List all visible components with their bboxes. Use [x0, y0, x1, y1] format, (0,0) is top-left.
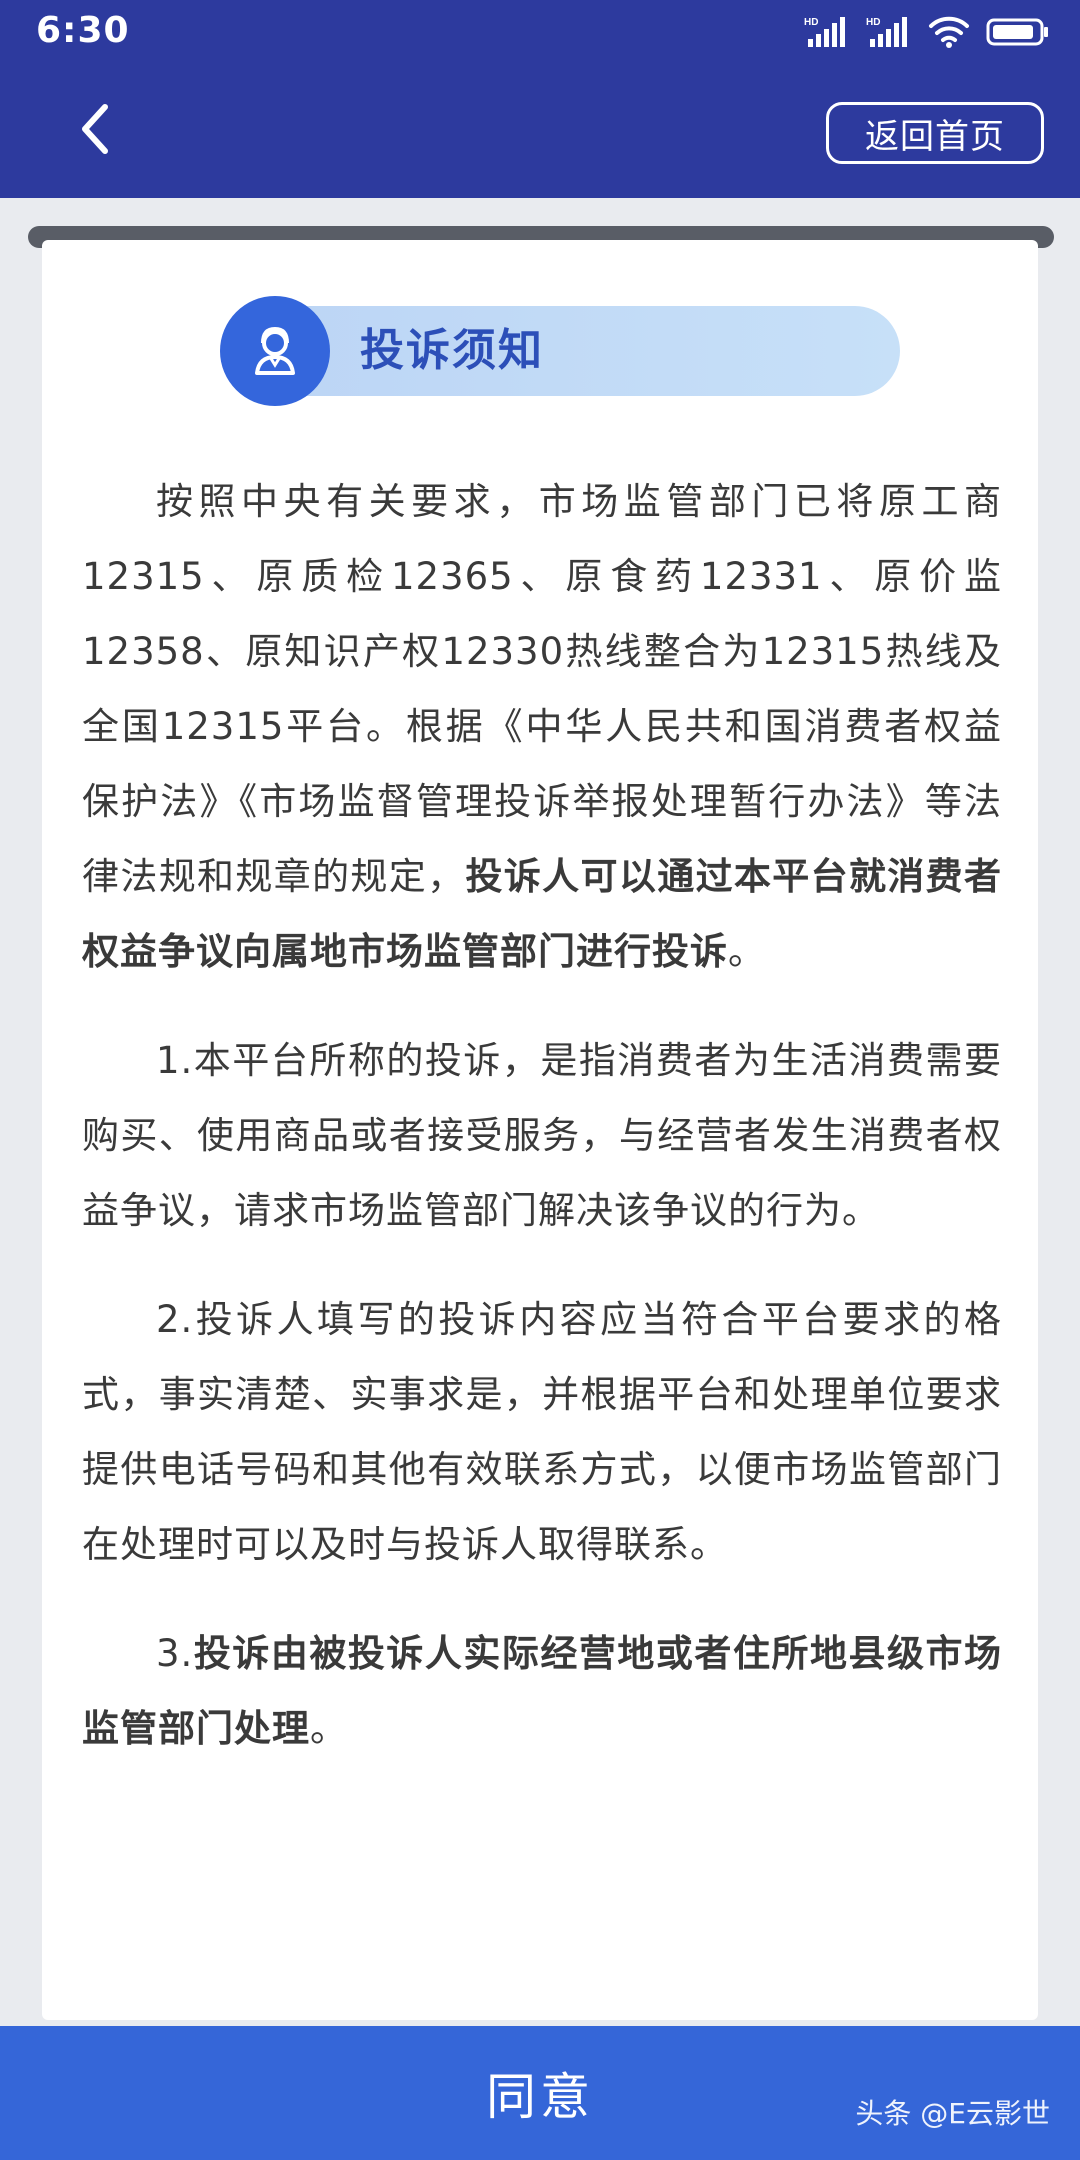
notice-content: 按照中央有关要求，市场监管部门已将原工商12315、原质检12365、原食药12…	[82, 464, 1002, 1800]
paragraph-1: 按照中央有关要求，市场监管部门已将原工商12315、原质检12365、原食药12…	[82, 464, 1002, 989]
battery-icon	[986, 18, 1048, 46]
notice-title-banner: 投诉须知	[220, 296, 902, 406]
agree-button-label: 同意	[486, 2068, 594, 2126]
back-button[interactable]	[60, 94, 130, 164]
status-icons: HD HD	[804, 14, 1050, 50]
paragraph-4-end: 。	[310, 1707, 348, 1750]
paragraph-4-prefix: 3.	[156, 1632, 194, 1675]
watermark: 头条 @E云影世	[855, 2097, 1050, 2130]
notice-title-pill	[260, 306, 900, 396]
paragraph-2: 1.本平台所称的投诉，是指消费者为生活消费需要购买、使用商品或者接受服务，与经营…	[82, 1039, 1002, 1232]
user-service-icon	[220, 296, 330, 406]
notice-card: 投诉须知 按照中央有关要求，市场监管部门已将原工商12315、原质检12365、…	[42, 240, 1038, 2020]
wifi-icon	[929, 16, 969, 48]
app-header: 返回首页	[0, 64, 1080, 198]
status-bar: 6:30 HD HD	[0, 0, 1080, 64]
signal-icon: HD	[866, 17, 907, 47]
paragraph-4-bold: 投诉由被投诉人实际经营地或者住所地县级市场监管部门处理	[82, 1632, 1002, 1750]
signal-icon: HD	[804, 17, 845, 47]
paragraph-1-text: 按照中央有关要求，市场监管部门已将原工商12315、原质检12365、原食药12…	[82, 480, 1002, 898]
paragraph-3: 2.投诉人填写的投诉内容应当符合平台要求的格式，事实清楚、实事求是，并根据平台和…	[82, 1298, 1002, 1566]
home-button[interactable]: 返回首页	[826, 102, 1044, 164]
signal-hd-label: HD	[866, 17, 880, 28]
signal-hd-label: HD	[804, 17, 818, 28]
notice-title: 投诉须知	[360, 325, 544, 376]
paragraph-1-end: 。	[728, 930, 766, 973]
chevron-left-icon	[82, 104, 108, 154]
status-time: 6:30	[36, 10, 130, 51]
paragraph-4: 3.投诉由被投诉人实际经营地或者住所地县级市场监管部门处理。	[82, 1616, 1002, 1766]
